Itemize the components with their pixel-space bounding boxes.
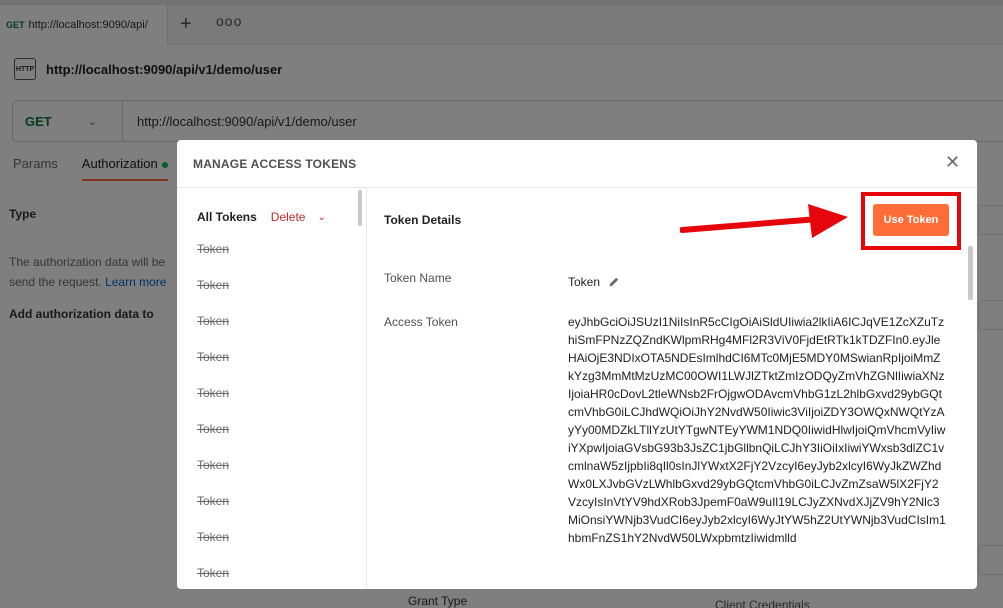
token-name-value: Token [568,275,620,289]
token-item[interactable]: Token [197,350,229,386]
manage-access-tokens-modal: MANAGE ACCESS TOKENS ✕ All Tokens Delete… [177,140,977,589]
close-icon[interactable]: ✕ [945,153,960,171]
token-item[interactable]: Token [197,458,229,494]
token-item[interactable]: Token [197,422,229,458]
details-scrollbar[interactable] [968,246,973,300]
token-item[interactable]: Token [197,530,229,566]
token-details-title: Token Details [384,213,462,227]
token-item[interactable]: Token [197,314,229,350]
chevron-down-icon[interactable]: ⌄ [317,212,325,223]
token-item[interactable]: Token [197,494,229,530]
token-item[interactable]: Token [197,566,229,589]
token-list: Token Token Token Token Token Token Toke… [197,242,229,589]
token-item[interactable]: Token [197,386,229,422]
red-arrow-annotation [680,204,848,238]
modal-header: MANAGE ACCESS TOKENS ✕ [177,140,977,188]
modal-title: MANAGE ACCESS TOKENS [193,157,357,171]
token-item[interactable]: Token [197,278,229,314]
sidebar-scrollbar[interactable] [358,190,362,226]
pencil-icon[interactable] [608,276,620,288]
tokens-sidebar: All Tokens Delete ⌄ Token Token Token To… [177,188,367,589]
use-token-button[interactable]: Use Token [873,204,949,236]
all-tokens-label: All Tokens [197,210,257,224]
access-token-value[interactable]: eyJhbGciOiJSUzI1NiIsInR5cCIgOiAiSldUIiwi… [568,313,946,547]
access-token-label: Access Token [384,315,458,329]
token-name-label: Token Name [384,271,452,285]
delete-button[interactable]: Delete [271,210,306,224]
token-item[interactable]: Token [197,242,229,278]
tokens-sidebar-header: All Tokens Delete ⌄ [197,210,326,224]
token-name-text[interactable]: Token [568,275,600,289]
